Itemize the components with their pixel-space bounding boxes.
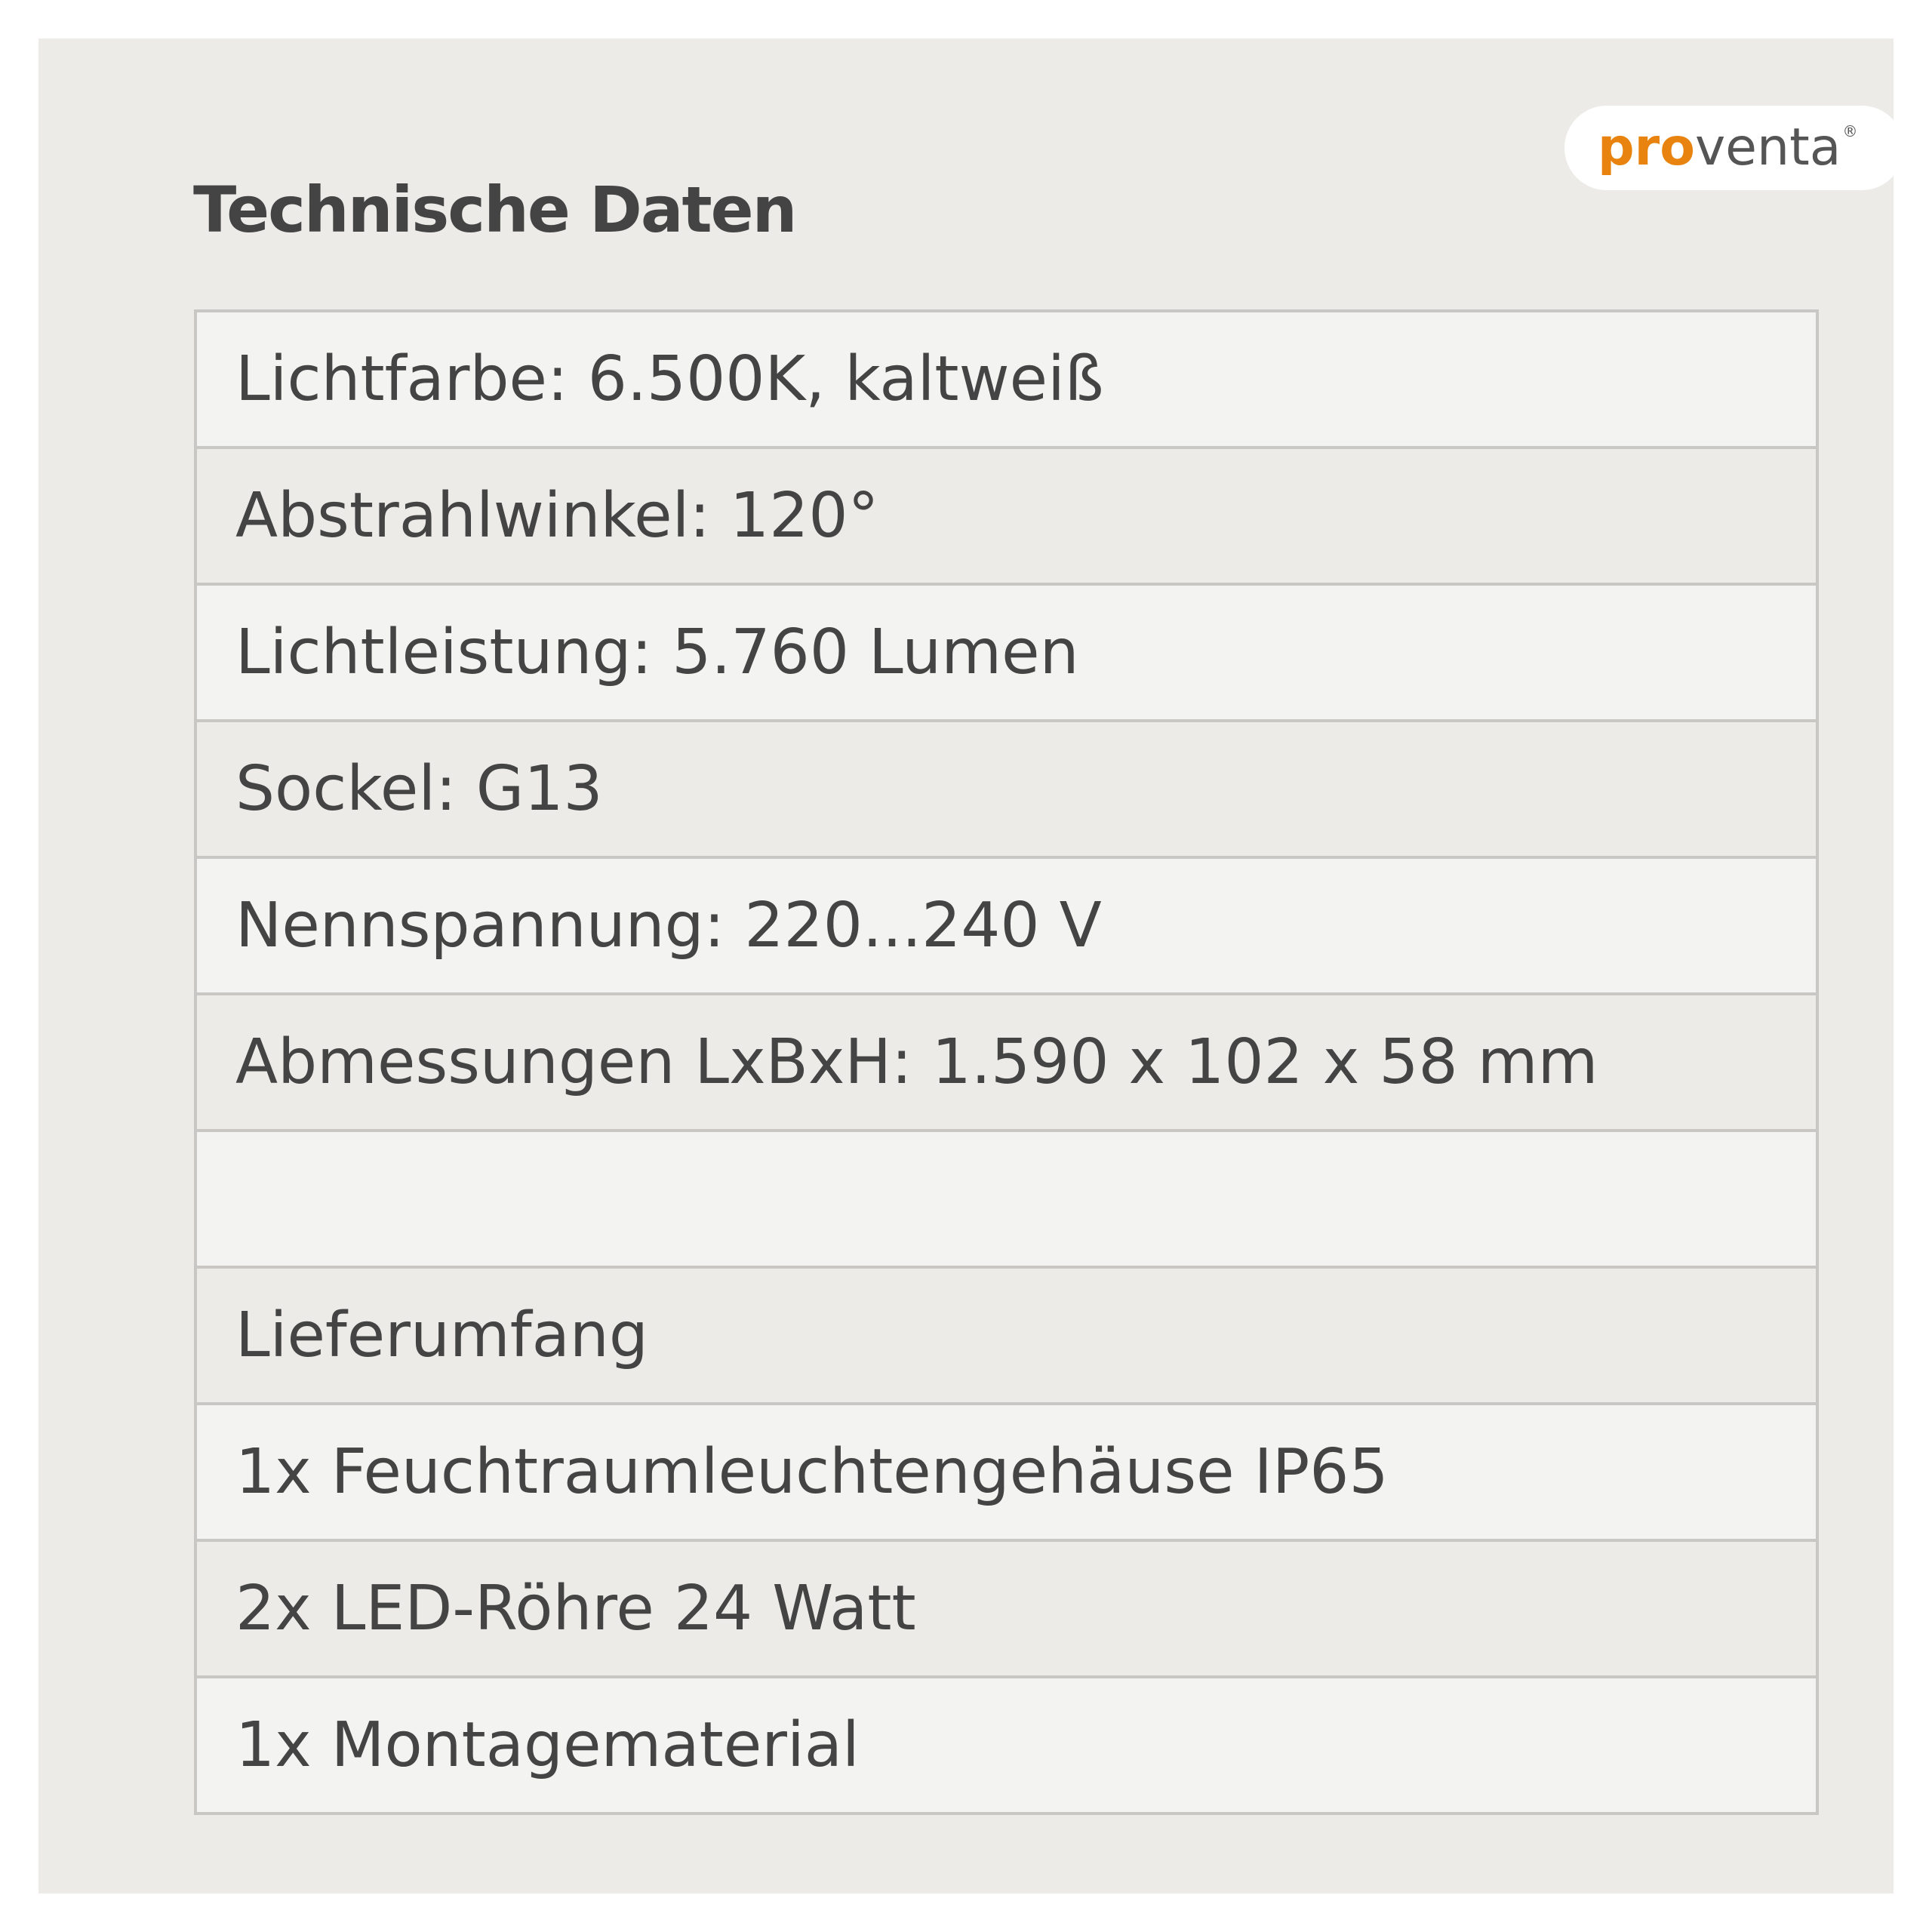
brand-logo: pro venta ®: [1564, 106, 1904, 190]
background-panel: Technische Daten pro venta ® Lichtfarbe: 6…: [38, 38, 1904, 1894]
spec-row-abstrahlwinkel: Abstrahlwinkel: 120°: [197, 446, 1816, 583]
scope-item-led-roehre: 2x LED-Röhre 24 Watt: [197, 1539, 1816, 1675]
spec-row-nennspannung: Nennspannung: 220...240 V: [197, 856, 1816, 992]
scope-item-montagematerial: 1x Montagematerial: [197, 1675, 1816, 1812]
spec-row-abmessungen: Abmessungen LxBxH: 1.590 x 102 x 58 mm: [197, 992, 1816, 1129]
registered-mark: ®: [1842, 122, 1858, 140]
page-title: Technische Daten: [193, 173, 797, 247]
spec-row-lichtleistung: Lichtleistung: 5.760 Lumen: [197, 583, 1816, 719]
spec-row-empty: [197, 1129, 1816, 1266]
scope-heading-lieferumfang: Lieferumfang: [197, 1266, 1816, 1402]
logo-text-venta: venta: [1694, 118, 1841, 177]
spec-row-sockel: Sockel: G13: [197, 719, 1816, 856]
logo-text-pro: pro: [1598, 118, 1695, 177]
specs-table: Lichtfarbe: 6.500K, kaltweiß Abstrahlwin…: [194, 309, 1819, 1815]
scope-item-gehaeuse: 1x Feuchtraumleuchtengehäuse IP65: [197, 1402, 1816, 1539]
spec-row-lichtfarbe: Lichtfarbe: 6.500K, kaltweiß: [197, 312, 1816, 446]
